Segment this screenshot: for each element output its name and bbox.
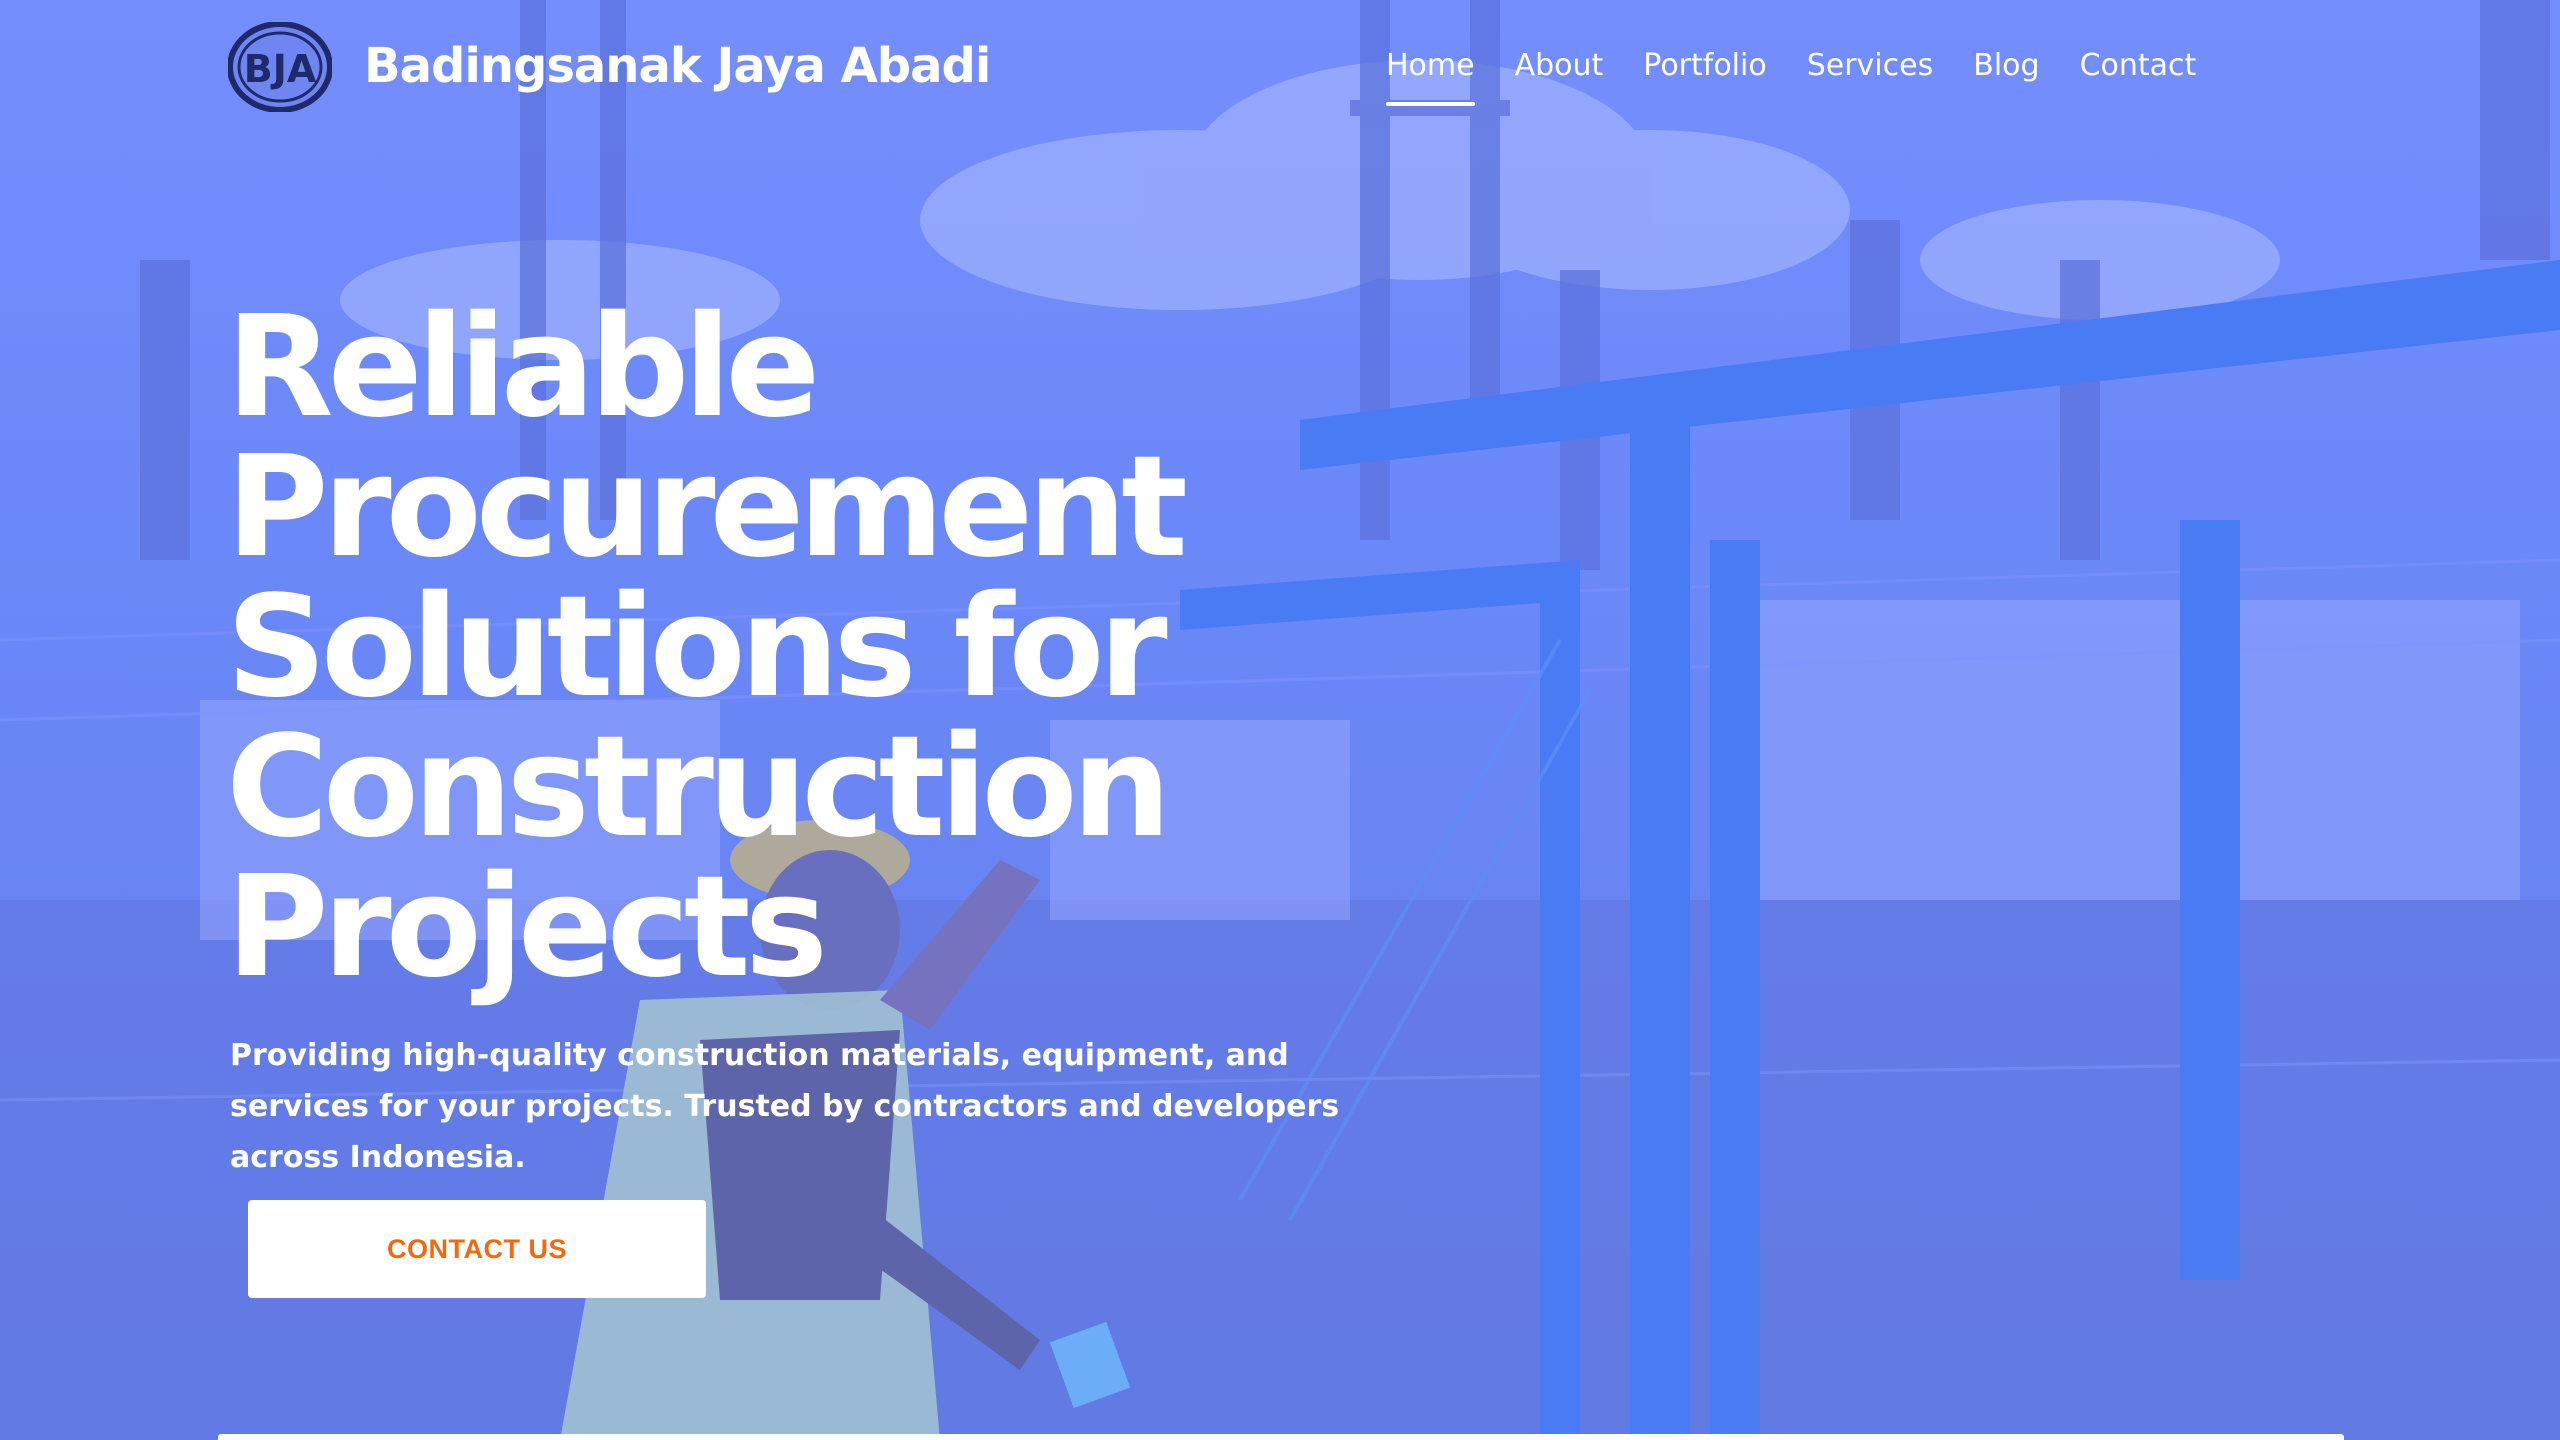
logo-text: BJA [244,47,317,91]
nav-portfolio-link[interactable]: Portfolio [1643,46,1766,86]
nav-services-link[interactable]: Services [1807,46,1934,86]
logo-icon[interactable]: BJA [228,22,332,112]
brand-name[interactable]: Badingsanak Jaya Abadi [364,36,991,96]
nav-about-link[interactable]: About [1515,46,1604,86]
headline-line: Procurement [226,426,1188,589]
main-navigation: Home About Portfolio Services Blog Conta… [1386,46,2197,106]
nav-blog-link[interactable]: Blog [1973,46,2039,86]
hero-section: BJA Badingsanak Jaya Abadi Home About Po… [0,0,2560,1440]
headline-line: Solutions for [226,566,1168,729]
headline-line: Reliable [226,286,820,449]
headline-line: Construction [226,706,1171,869]
nav-home-link[interactable]: Home [1386,46,1475,106]
section-divider [218,1434,2344,1440]
hero-headline: Reliable Procurement Solutions for Const… [226,298,1426,998]
hero-subtext: Providing high-quality construction mate… [230,1038,1340,1175]
contact-us-button[interactable]: CONTACT US [248,1200,706,1298]
nav-contact-link[interactable]: Contact [2080,46,2197,86]
site-header: BJA Badingsanak Jaya Abadi Home About Po… [0,0,2560,140]
headline-line: Projects [226,846,828,1009]
